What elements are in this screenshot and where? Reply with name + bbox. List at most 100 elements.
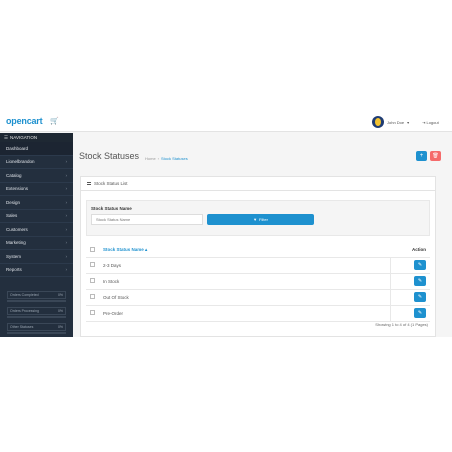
sidebar-item[interactable]: Design › xyxy=(0,196,73,210)
edit-button[interactable]: ✎ xyxy=(414,276,426,286)
stat-label: Orders Processing xyxy=(10,309,39,313)
pencil-icon: ✎ xyxy=(417,262,423,268)
sidebar-item-label: Reports xyxy=(6,267,22,273)
row-action-cell: ✎ xyxy=(389,305,430,322)
table-row: In Stock ✎ xyxy=(86,273,430,290)
table-row: Pre-Order ✎ xyxy=(86,305,430,322)
sidebar-item-label: System xyxy=(6,253,22,259)
stat-label: Other Statuses xyxy=(10,325,34,329)
cart-icon: 🛒 xyxy=(50,118,59,125)
nav-list: Dashboard Lionelbrandon › Catalog › Extension… xyxy=(0,142,73,277)
stock-status-name: Out Of Stock xyxy=(99,289,390,306)
sidebar-item[interactable]: Dashboard xyxy=(0,142,73,156)
sidebar-item[interactable]: System › xyxy=(0,250,73,264)
sort-asc-icon: ▴ xyxy=(145,246,148,252)
edit-button[interactable]: ✎ xyxy=(414,260,426,270)
sidebar-item[interactable]: Lionelbrandon › xyxy=(0,156,73,169)
filter-icon: ▼ xyxy=(253,217,258,222)
page-title: Stock Statuses xyxy=(79,151,140,161)
pencil-icon: ✎ xyxy=(417,310,423,316)
column-header-action: Action xyxy=(390,243,430,258)
sidebar-item-label: Customers xyxy=(6,226,28,232)
logout-link[interactable]: ⇥ Logout xyxy=(422,120,439,125)
sidebar-item[interactable]: Catalog › xyxy=(0,169,73,183)
table-header-row: Stock Status Name ▴ Action xyxy=(86,243,430,258)
user-menu[interactable]: John Doe ▾ xyxy=(372,116,409,128)
bars-icon: ☰ xyxy=(4,134,9,140)
chevron-right-icon: › xyxy=(65,199,68,205)
breadcrumb-home[interactable]: Home xyxy=(145,156,156,161)
sidebar-item[interactable]: Marketing › xyxy=(0,237,73,250)
chevron-right-icon: › xyxy=(65,186,68,192)
admin-window: opencart 🛒 John Doe ▾ ⇥ Logout ☰ NAVIGAT… xyxy=(0,112,452,337)
top-header: opencart 🛒 John Doe ▾ ⇥ Logout xyxy=(0,112,452,132)
stat-value: 0% xyxy=(57,293,63,297)
stock-status-panel: Stock Status List Stock Status Name ▼ Fi… xyxy=(80,176,436,337)
stock-status-name: In Stock xyxy=(99,273,390,290)
stat-row: Orders Completed 0% xyxy=(7,291,66,299)
chevron-right-icon: › xyxy=(65,253,68,259)
order-stats: Orders Completed 0% Orders Processing 0% Oth… xyxy=(0,291,73,334)
row-checkbox[interactable] xyxy=(90,294,95,299)
list-icon xyxy=(87,182,91,185)
stock-status-name: Pre-Order xyxy=(99,305,390,322)
plus-icon: + xyxy=(419,153,424,159)
select-all-cell xyxy=(86,243,99,258)
stat-progress-bar xyxy=(7,332,66,334)
row-checkbox[interactable] xyxy=(90,310,95,315)
logout-label: Logout xyxy=(426,120,439,125)
table-row: Out Of Stock ✎ xyxy=(86,289,430,306)
stock-status-name: 2-3 Days xyxy=(99,257,390,274)
breadcrumb-current[interactable]: Stock Statuses xyxy=(161,156,188,161)
row-checkbox[interactable] xyxy=(90,278,95,283)
panel-title: Stock Status List xyxy=(94,181,128,186)
panel-heading: Stock Status List xyxy=(81,177,435,191)
sidebar-item-label: Sales xyxy=(6,213,18,219)
column-header-name[interactable]: Stock Status Name ▴ xyxy=(99,243,390,258)
delete-button[interactable]: 🗑 xyxy=(430,151,441,161)
sidebar-item[interactable]: Extensions › xyxy=(0,183,73,196)
row-select-cell xyxy=(86,273,99,290)
row-action-cell: ✎ xyxy=(389,257,430,274)
caret-down-icon: ▾ xyxy=(407,119,410,125)
navigation-title: NAVIGATION xyxy=(10,135,38,140)
chevron-right-icon: › xyxy=(65,267,68,273)
trash-icon: 🗑 xyxy=(432,153,439,159)
row-checkbox[interactable] xyxy=(90,262,95,267)
stat-label: Orders Completed xyxy=(10,293,39,297)
navigation-header: ☰ NAVIGATION xyxy=(0,133,73,142)
filter-button[interactable]: ▼ Filter xyxy=(207,214,314,225)
stat-progress-bar xyxy=(7,300,66,302)
row-select-cell xyxy=(86,257,99,274)
chevron-right-icon: › xyxy=(65,226,68,232)
sidebar-item-label: Dashboard xyxy=(6,145,29,151)
pagination-info: Showing 1 to 4 of 4 (1 Pages) xyxy=(375,322,428,327)
select-all-checkbox[interactable] xyxy=(90,246,95,252)
edit-button[interactable]: ✎ xyxy=(414,308,426,318)
stat-item: Orders Processing 0% xyxy=(7,307,66,318)
breadcrumb-separator: › xyxy=(157,156,160,161)
stat-item: Other Statuses 0% xyxy=(7,323,66,334)
add-button[interactable]: + xyxy=(416,151,427,161)
sidebar-item[interactable]: Sales › xyxy=(0,210,73,223)
stock-status-table: Stock Status Name ▴ Action 2-3 Days ✎ In S… xyxy=(86,243,430,322)
chevron-right-icon: › xyxy=(65,159,68,165)
pencil-icon: ✎ xyxy=(417,294,423,300)
avatar xyxy=(372,116,384,128)
stat-progress-bar xyxy=(7,316,66,318)
stat-row: Orders Processing 0% xyxy=(7,307,66,315)
chevron-right-icon: › xyxy=(65,213,68,219)
main-content: Stock Statuses Home › Stock Statuses + 🗑… xyxy=(73,133,452,337)
row-action-cell: ✎ xyxy=(389,273,430,290)
row-select-cell xyxy=(86,305,99,322)
sidebar: ☰ NAVIGATION Dashboard Lionelbrandon › Cata… xyxy=(0,133,73,337)
edit-button[interactable]: ✎ xyxy=(414,292,426,302)
sidebar-item-label: Extensions xyxy=(6,186,29,192)
breadcrumb: Home › Stock Statuses xyxy=(145,156,188,161)
sidebar-item[interactable]: Customers › xyxy=(0,223,73,237)
opencart-logo[interactable]: opencart xyxy=(6,116,43,126)
filter-box: Stock Status Name ▼ Filter xyxy=(86,200,430,236)
sidebar-item[interactable]: Reports › xyxy=(0,264,73,277)
stat-value: 0% xyxy=(57,325,63,329)
stock-status-name-input[interactable] xyxy=(91,214,203,225)
